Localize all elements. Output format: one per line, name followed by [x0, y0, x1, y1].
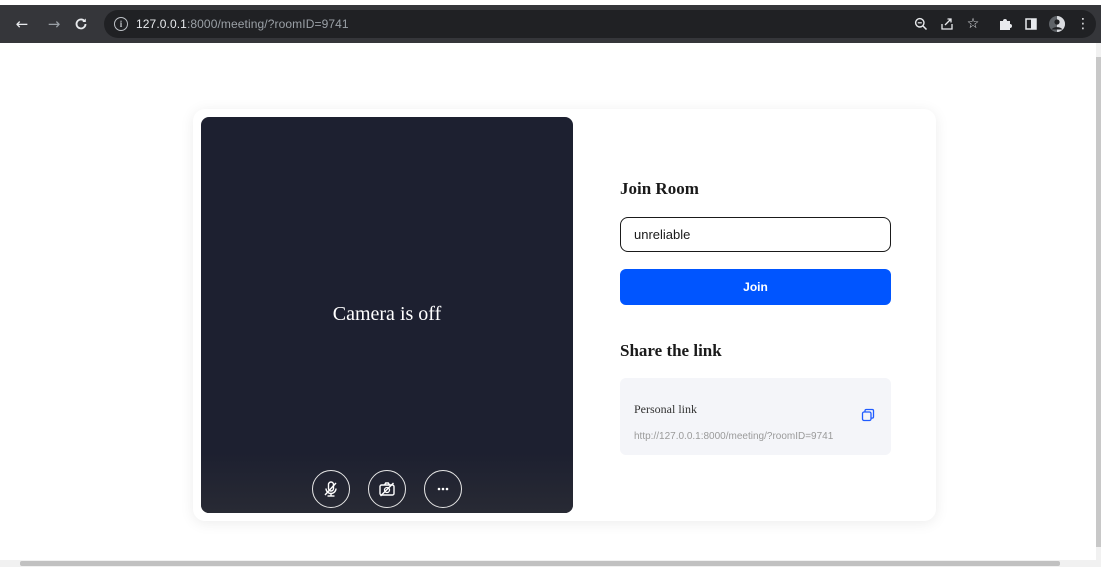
personal-link-url[interactable]: http://127.0.0.1:8000/meeting/?roomID=97…: [634, 431, 846, 442]
horizontal-scrollbar[interactable]: [0, 560, 1101, 567]
camera-toggle-button[interactable]: [368, 470, 406, 508]
share-icon[interactable]: [936, 13, 958, 35]
profile-avatar-icon[interactable]: [1046, 13, 1068, 35]
address-bar[interactable]: i 127.0.0.1:8000/meeting/?roomID=9741 ☆ …: [104, 10, 1096, 38]
url-path: :8000/meeting/?roomID=9741: [186, 17, 349, 31]
camera-off-icon: [379, 482, 395, 497]
browser-toolbar: ← → i 127.0.0.1:8000/meeting/?roomID=974…: [0, 5, 1101, 43]
join-panel: Join Room Join Share the link Personal l…: [620, 109, 910, 521]
video-controls: [201, 470, 573, 508]
personal-link-box: Personal link http://127.0.0.1:8000/meet…: [620, 378, 891, 455]
more-vert-icon[interactable]: ⋮: [1072, 13, 1094, 35]
info-icon[interactable]: i: [114, 17, 128, 31]
extensions-puzzle-icon[interactable]: [994, 13, 1016, 35]
video-preview: Camera is off: [201, 117, 573, 513]
camera-off-text: Camera is off: [332, 303, 442, 325]
url-text[interactable]: 127.0.0.1:8000/meeting/?roomID=9741: [136, 17, 349, 31]
reload-icon[interactable]: [70, 13, 92, 35]
copy-icon[interactable]: [861, 408, 875, 422]
room-name-input[interactable]: [620, 217, 891, 252]
vertical-scrollbar-thumb[interactable]: [1096, 57, 1101, 547]
join-button[interactable]: Join: [620, 269, 891, 305]
share-link-heading: Share the link: [620, 341, 722, 360]
side-panel-icon[interactable]: [1020, 13, 1042, 35]
forward-arrow-icon[interactable]: →: [43, 13, 65, 35]
url-host: 127.0.0.1: [136, 17, 187, 31]
omnibox-actions: ☆ ⋮: [908, 10, 1096, 38]
more-options-icon: [437, 487, 449, 491]
personal-link-label: Personal link: [634, 402, 697, 416]
zoom-icon[interactable]: [910, 13, 932, 35]
back-arrow-icon[interactable]: ←: [11, 13, 33, 35]
vertical-scrollbar[interactable]: [1096, 43, 1101, 560]
mic-off-icon: [324, 481, 337, 497]
more-options-button[interactable]: [424, 470, 462, 508]
bookmark-star-icon[interactable]: ☆: [962, 13, 984, 35]
horizontal-scrollbar-thumb[interactable]: [20, 561, 1060, 566]
join-room-heading: Join Room: [620, 179, 699, 198]
mic-toggle-button[interactable]: [312, 470, 350, 508]
prejoin-card: Camera is off Join Room unreliable Join …: [193, 109, 936, 521]
